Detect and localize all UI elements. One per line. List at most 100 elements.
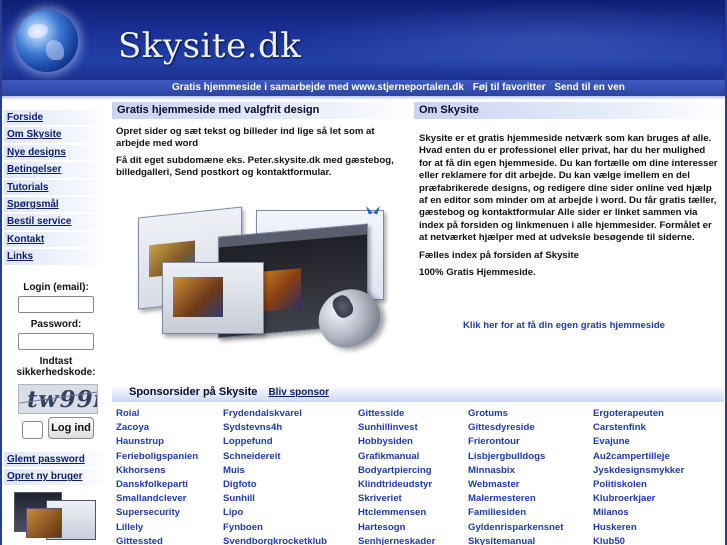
sponsor-link[interactable]: Sunhillinvest (358, 422, 468, 433)
email-label: Login (email): (23, 282, 89, 293)
sponsor-link[interactable]: Skysitemanual (468, 536, 593, 545)
sponsor-link[interactable]: Skriveriet (358, 493, 468, 504)
sponsor-link[interactable]: Frierontour (468, 436, 593, 447)
about-paragraph: Fælles index på forsiden af Skysite (419, 249, 579, 261)
sponsor-section-header: Sponsorsider på Skysite Bliv sponsor (112, 384, 724, 402)
sponsor-link[interactable]: Sydstevns4h (223, 422, 358, 433)
sponsor-link[interactable]: Lillely (116, 522, 223, 533)
sponsor-link[interactable]: Klindtrideudstyr (358, 479, 468, 490)
get-homepage-link[interactable]: Klik her for at få din egen gratis hjemm… (414, 320, 714, 331)
about-section-title: Om Skysite (414, 102, 722, 119)
sponsor-link[interactable]: Danskfolkeparti (116, 479, 223, 490)
sponsor-link[interactable]: Supersecurity (116, 507, 223, 518)
forgot-password-link[interactable]: Glemt password (4, 452, 108, 470)
sponsor-link[interactable]: Haunstrup (116, 436, 223, 447)
sponsor-link[interactable]: Grafikmanual (358, 451, 468, 462)
preview-photo (173, 277, 223, 317)
sponsor-row: Supersecurity Lipo Htclemmensen Familieside… (116, 507, 724, 521)
sidebar-item-betingelser[interactable]: Betingelser (4, 162, 108, 180)
login-button[interactable]: Log ind (48, 417, 94, 439)
sidebar-item-forside[interactable]: Forside (4, 110, 108, 128)
email-field[interactable] (18, 296, 94, 313)
sponsor-link[interactable]: Gyldenrisparkensnet (468, 522, 593, 533)
sidebar-item-om-skysite[interactable]: Om Skysite (4, 127, 108, 145)
sponsor-link[interactable]: Au2campertilleje (593, 451, 700, 462)
sponsor-link[interactable]: Malermesteren (468, 493, 593, 504)
sponsor-link[interactable]: Bodyartpiercing (358, 465, 468, 476)
globe-land (46, 40, 64, 60)
sidebar-item-kontakt[interactable]: Kontakt (4, 231, 108, 250)
sponsor-link[interactable]: Grotums (468, 408, 593, 419)
sidebar-item-spoergsmaal[interactable]: Spørgsmål (4, 196, 108, 215)
captcha-label: Indtast sikkerhedskode: (16, 356, 96, 378)
sponsor-link[interactable]: Familiesiden (468, 507, 593, 518)
sponsor-link[interactable]: Ferieboligspanien (116, 451, 223, 462)
sponsor-link[interactable]: Gittesside (358, 408, 468, 419)
sponsor-link[interactable]: Lisbjergbulldogs (468, 451, 593, 462)
sponsor-link[interactable]: Gittesdyreside (468, 422, 593, 433)
create-user-link[interactable]: Opret ny bruger (4, 469, 108, 487)
sponsor-link[interactable]: Loppefund (223, 436, 358, 447)
globe-logo-icon (16, 10, 78, 72)
become-sponsor-link[interactable]: Bliv sponsor (268, 387, 329, 398)
sponsor-link[interactable]: Webmaster (468, 479, 593, 490)
sponsor-link[interactable]: Politiskolen (593, 479, 700, 490)
mouse-wheel (329, 292, 357, 321)
sponsor-link[interactable]: Evajune (593, 436, 700, 447)
sponsor-link[interactable]: Svendborgkrocketklub (223, 536, 358, 545)
sponsor-row: Lillely Fynboen Hartesogn Gyldenrisparkensn… (116, 522, 724, 536)
topnav-link-send-friend[interactable]: Send til en ven (554, 82, 625, 93)
sponsor-link[interactable]: Klubroerkjaer (593, 493, 700, 504)
top-nav-bar: Gratis hjemmeside i samarbejde med www.s… (2, 80, 725, 96)
sponsor-link[interactable]: Kkhorsens (116, 465, 223, 476)
sponsor-link[interactable]: Lipo (223, 507, 358, 518)
about-description: Skysite er et gratis hjemmeside netværk … (419, 133, 719, 284)
captcha-input[interactable] (22, 421, 43, 439)
globe-land (28, 24, 48, 38)
sponsor-link[interactable]: Hartesogn (358, 522, 468, 533)
page: Skysite.dk Gratis hjemmeside i samarbejd… (0, 0, 727, 545)
sponsor-row: Kkhorsens Muis Bodyartpiercing Minnasbix Jys… (116, 465, 724, 479)
sponsor-section-title: Sponsorsider på Skysite (129, 386, 258, 398)
password-field[interactable] (18, 333, 94, 350)
sponsor-link[interactable]: Klub50 (593, 536, 700, 545)
sponsor-link[interactable]: Htclemmensen (358, 507, 468, 518)
sponsor-link[interactable]: Gittessted (116, 536, 223, 545)
sponsor-link[interactable]: Fynboen (223, 522, 358, 533)
sidebar-item-nye-designs[interactable]: Nye designs (4, 144, 108, 163)
sponsor-link[interactable]: Jyskdesignsmykker (593, 465, 700, 476)
topnav-link-partner[interactable]: Gratis hjemmeside i samarbejde med www.s… (172, 82, 464, 93)
sponsor-link[interactable]: Carstenfink (593, 422, 700, 433)
sidebar-item-links[interactable]: Links (4, 249, 108, 267)
sponsor-link[interactable]: Minnasbix (468, 465, 593, 476)
sponsor-link[interactable]: Sunhill (223, 493, 358, 504)
thumb-window (26, 508, 62, 538)
nav-shadow (2, 96, 725, 100)
sponsor-row: Zacoya Sydstevns4h Sunhillinvest Gittesdyre… (116, 422, 724, 436)
sponsor-link[interactable]: Milanos (593, 507, 700, 518)
sponsor-link[interactable]: Smallandclever (116, 493, 223, 504)
sidebar-screenshot-thumbnail[interactable] (10, 490, 102, 545)
design-preview-illustration (122, 190, 402, 360)
gratis-description: Opret sider og sæt tekst og billeder ind… (116, 126, 406, 184)
sponsor-link[interactable]: Hobbysiden (358, 436, 468, 447)
sponsor-link[interactable]: Roial (116, 408, 223, 419)
preview-window (162, 262, 264, 334)
sponsor-link[interactable]: Schneidereit (223, 451, 358, 462)
sponsor-link[interactable]: Muis (223, 465, 358, 476)
sponsor-link[interactable]: Frydendalskvarel (223, 408, 358, 419)
site-title[interactable]: Skysite.dk (118, 26, 301, 66)
sponsor-link[interactable]: Huskeren (593, 522, 700, 533)
sponsor-link[interactable]: Ergoterapeuten (593, 408, 700, 419)
sponsor-link[interactable]: Zacoya (116, 422, 223, 433)
sidebar-item-tutorials[interactable]: Tutorials (4, 179, 108, 197)
site-header: Skysite.dk (2, 0, 725, 80)
topnav-link-favorites[interactable]: Føj til favoritter (473, 82, 546, 93)
about-paragraph: 100% Gratis Hjemmeside. (419, 267, 536, 279)
gratis-section-title: Gratis hjemmeside med valgfrit design (112, 102, 412, 119)
sidebar-item-bestil-service[interactable]: Bestil service (4, 214, 108, 232)
sponsor-link-grid: Roial Frydendalskvarel Gittesside Grotums Er… (116, 408, 724, 545)
sponsor-link[interactable]: Digfoto (223, 479, 358, 490)
sponsor-link[interactable]: Senhjerneskader (358, 536, 468, 545)
header-glow (302, 0, 722, 80)
